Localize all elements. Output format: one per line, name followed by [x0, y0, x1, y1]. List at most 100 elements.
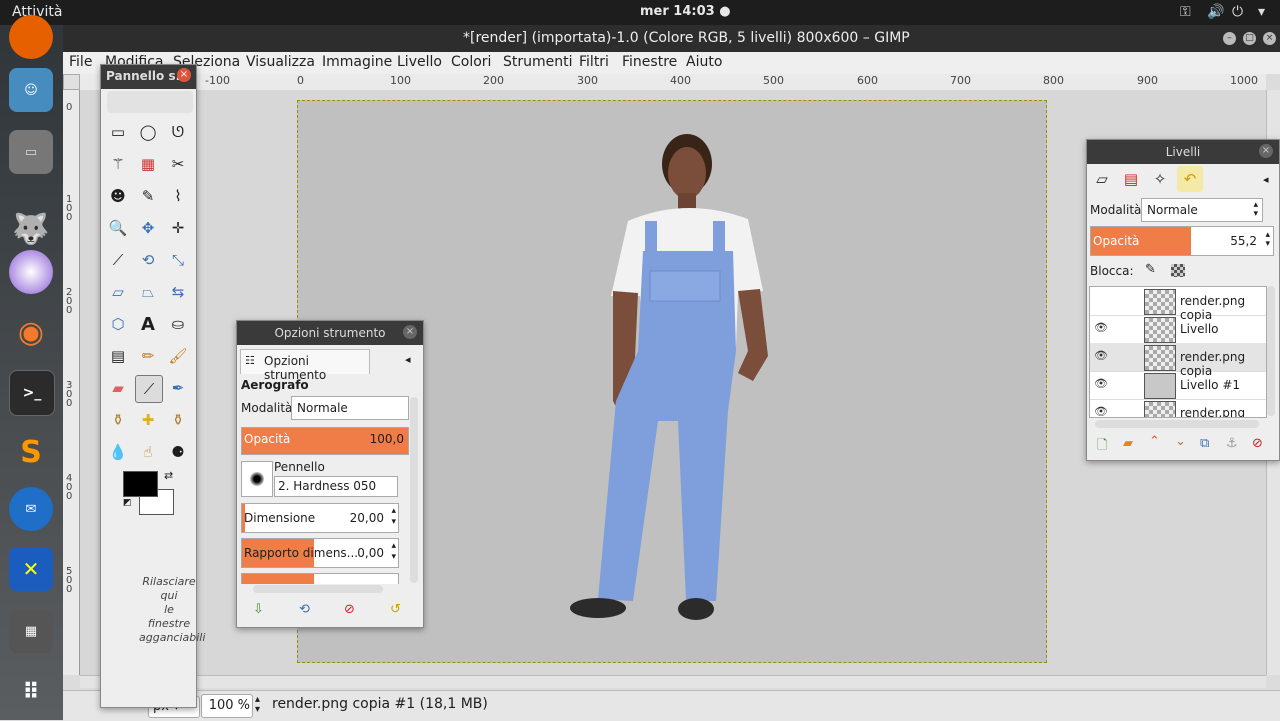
tab-undo-icon[interactable]: ↶	[1177, 166, 1203, 192]
ellipse-select-icon[interactable]: ◯	[135, 119, 161, 145]
save-preset-icon[interactable]: ⇩	[253, 602, 264, 617]
vertical-scrollbar[interactable]	[1267, 286, 1275, 416]
aspect-ratio-slider[interactable]: Rapporto dimens... 0,00 ▴ ▾	[241, 538, 399, 568]
layer-row[interactable]: render.png copia	[1090, 287, 1266, 322]
app-grid-icon[interactable]: ⠿	[9, 670, 53, 714]
terminal-icon[interactable]: >_	[9, 370, 55, 416]
tab-menu-icon[interactable]: ◂	[405, 353, 411, 366]
paths-icon[interactable]: ✎	[135, 183, 161, 209]
perspective-icon[interactable]: ⏢	[135, 279, 161, 305]
layer-row[interactable]: 👁 render.png	[1090, 399, 1266, 417]
godot-icon[interactable]: ☺	[9, 68, 53, 112]
swap-colors-icon[interactable]: ⇄	[164, 469, 173, 482]
calculator-icon[interactable]: ▦	[9, 609, 53, 653]
menu-file[interactable]: File	[69, 54, 92, 70]
menu-strumenti[interactable]: Strumenti	[503, 54, 573, 70]
dodge-burn-icon[interactable]: ⚈	[165, 439, 191, 465]
rotate-icon[interactable]: ⟲	[135, 247, 161, 273]
lower-layer-icon[interactable]: ⌄	[1175, 434, 1186, 449]
horizontal-ruler[interactable]: -100 0 100 200 300 400 500 600 700 800 9…	[80, 74, 1266, 91]
anchor-icon[interactable]: ⚓	[1226, 436, 1238, 451]
shear-icon[interactable]: ▱	[105, 279, 131, 305]
horizontal-scrollbar[interactable]	[80, 675, 1266, 688]
delete-preset-icon[interactable]: ⊘	[344, 602, 355, 617]
default-colors-icon[interactable]: ◩	[123, 498, 132, 508]
firefox-icon[interactable]	[9, 15, 53, 59]
krita-icon[interactable]	[9, 250, 53, 294]
menu-aiuto[interactable]: Aiuto	[686, 54, 722, 70]
tab-menu-icon[interactable]: ◂	[1263, 173, 1269, 186]
brush-name-field[interactable]: 2. Hardness 050	[274, 476, 398, 497]
size-slider[interactable]: Dimensione 20,00 ▴ ▾	[241, 503, 399, 533]
blender-icon[interactable]: ◉	[9, 310, 53, 354]
text-icon[interactable]: A	[135, 311, 161, 337]
thunderbird-icon[interactable]: ✉	[9, 487, 53, 531]
raise-layer-icon[interactable]: ⌃	[1149, 434, 1160, 449]
eye-icon[interactable]: 👁	[1094, 349, 1108, 362]
bucket-fill-icon[interactable]: ⛀	[165, 311, 191, 337]
mode-select[interactable]: Normale	[291, 396, 409, 420]
scale-icon[interactable]: ⤡	[165, 247, 191, 273]
opacity-slider[interactable]: Opacità 100,0	[241, 427, 409, 455]
duplicate-layer-icon[interactable]: ⧉	[1200, 436, 1209, 451]
clock[interactable]: mer 14:03 ●	[640, 4, 731, 19]
tab-paths-icon[interactable]: ✧	[1147, 166, 1173, 192]
brush-preview[interactable]	[241, 461, 273, 497]
zoom-spinner-icon[interactable]: ▴ ▾	[255, 695, 260, 715]
zoom-icon[interactable]: 🔍	[105, 215, 131, 241]
close-icon[interactable]: ×	[403, 325, 417, 339]
tab-layers-icon[interactable]: ▱	[1089, 166, 1115, 192]
layer-row[interactable]: 👁 Livello #1	[1090, 371, 1266, 400]
airbrush-icon[interactable]: ⟋	[135, 375, 163, 403]
foreground-select-icon[interactable]: ☻	[105, 183, 131, 209]
blur-icon[interactable]: 💧	[105, 439, 131, 465]
eye-icon[interactable]: 👁	[1094, 377, 1108, 390]
close-button[interactable]: ×	[1263, 32, 1276, 45]
color-picker-icon[interactable]: ⌇	[165, 183, 191, 209]
eye-icon[interactable]: 👁	[1094, 405, 1108, 417]
lasso-icon[interactable]: ᘎ	[165, 119, 191, 145]
menu-immagine[interactable]: Immagine	[322, 54, 392, 70]
paintbrush-icon[interactable]: 🖌	[165, 343, 191, 369]
chevron-down-icon[interactable]: ▾	[1258, 4, 1265, 20]
new-group-icon[interactable]: ▰	[1123, 436, 1133, 451]
close-icon[interactable]: ×	[177, 68, 191, 82]
clone-icon[interactable]: ⚱	[105, 407, 131, 433]
layer-mode-select[interactable]: Normale ▴ ▾	[1141, 198, 1263, 222]
angle-slider[interactable]	[241, 573, 399, 584]
menu-visualizza[interactable]: Visualizza	[246, 54, 315, 70]
foreground-color-swatch[interactable]	[123, 471, 158, 497]
perspective-clone-icon[interactable]: ⚱	[165, 407, 191, 433]
sublime-icon[interactable]: S	[9, 430, 53, 474]
layer-row[interactable]: 👁 Livello	[1090, 315, 1266, 344]
cage-transform-icon[interactable]: ⬡	[105, 311, 131, 337]
smudge-icon[interactable]: ☝	[135, 439, 161, 465]
reset-icon[interactable]: ↺	[390, 602, 401, 617]
eye-icon[interactable]: 👁	[1094, 321, 1108, 334]
align-icon[interactable]: ✛	[165, 215, 191, 241]
horizontal-scrollbar[interactable]	[1095, 420, 1259, 428]
tab-tool-options[interactable]: ☷ Opzioni strumento	[240, 349, 370, 382]
lock-alpha-icon[interactable]	[1171, 264, 1185, 277]
volume-icon[interactable]: 🔊	[1207, 4, 1224, 20]
vertical-ruler[interactable]: 0 1 0 0 2 0 0 3 0 0 4 0 0 5 0 0	[63, 90, 80, 675]
lock-pixels-icon[interactable]: ✎	[1145, 262, 1156, 277]
measure-icon[interactable]: ⟋	[105, 247, 131, 273]
menu-filtri[interactable]: Filtri	[579, 54, 609, 70]
move-icon[interactable]: ✥	[135, 215, 161, 241]
restore-preset-icon[interactable]: ⟲	[299, 602, 310, 617]
minimize-button[interactable]: –	[1223, 32, 1236, 45]
power-icon[interactable]: ⏻	[1232, 4, 1243, 20]
heal-icon[interactable]: ✚	[135, 407, 161, 433]
rect-select-icon[interactable]: ▭	[105, 119, 131, 145]
files-icon[interactable]: ▭	[9, 130, 53, 174]
menu-finestre[interactable]: Finestre	[622, 54, 677, 70]
ink-icon[interactable]: ✒	[165, 375, 191, 401]
horizontal-scrollbar[interactable]	[253, 585, 383, 593]
size-spinner-icon[interactable]: ▴ ▾	[391, 506, 396, 528]
layer-row[interactable]: 👁 render.png copia	[1090, 343, 1266, 378]
network-icon[interactable]: ⚿	[1180, 4, 1191, 20]
menu-livello[interactable]: Livello	[397, 54, 442, 70]
flip-icon[interactable]: ⇆	[165, 279, 191, 305]
delete-layer-icon[interactable]: ⊘	[1252, 436, 1263, 451]
